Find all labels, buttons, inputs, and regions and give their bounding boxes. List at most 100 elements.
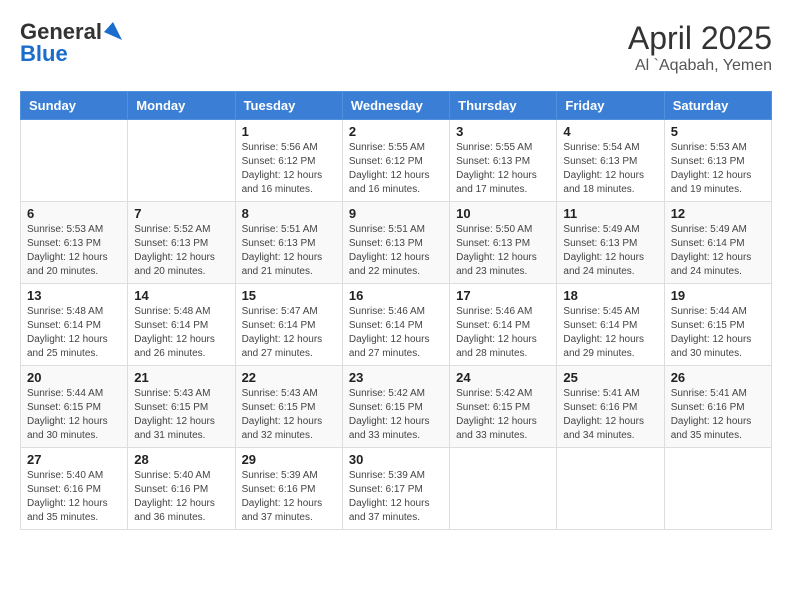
day-number: 24: [456, 370, 550, 385]
day-number: 18: [563, 288, 657, 303]
day-info: Sunrise: 5:51 AMSunset: 6:13 PMDaylight:…: [349, 223, 443, 279]
calendar-day-cell: 3 Sunrise: 5:55 AMSunset: 6:13 PMDaylight…: [450, 120, 557, 202]
day-info: Sunrise: 5:44 AMSunset: 6:15 PMDaylight:…: [27, 387, 121, 443]
calendar-day-cell: 15Sunrise: 5:47 AMSunset: 6:14 PMDayligh…: [235, 284, 342, 366]
day-info: Sunrise: 5:52 AMSunset: 6:13 PMDaylight:…: [134, 223, 228, 279]
calendar-week-row: 13 Sunrise: 5:48 AMSunset: 6:14 PMDayligh…: [21, 284, 772, 366]
calendar-day-cell: 20 Sunrise: 5:44 AMSunset: 6:15 PMDayligh…: [21, 366, 128, 448]
calendar-day-cell: [557, 448, 664, 530]
day-info: Sunrise: 5:47 AMSunset: 6:14 PMDaylight:…: [242, 305, 336, 361]
calendar-day-cell: 11Sunrise: 5:49 AMSunset: 6:13 PMDayligh…: [557, 202, 664, 284]
calendar-day-header: Tuesday: [235, 92, 342, 120]
calendar-day-header: Sunday: [21, 92, 128, 120]
calendar-day-cell: 9 Sunrise: 5:51 AMSunset: 6:13 PMDaylight…: [342, 202, 449, 284]
day-number: 9: [349, 206, 443, 221]
calendar-day-cell: 19 Sunrise: 5:44 AMSunset: 6:15 PMDayligh…: [664, 284, 771, 366]
calendar-week-row: 1Sunrise: 5:56 AMSunset: 6:12 PMDaylight…: [21, 120, 772, 202]
day-info: Sunrise: 5:55 AMSunset: 6:12 PMDaylight:…: [349, 141, 443, 197]
calendar-day-cell: [450, 448, 557, 530]
day-info: Sunrise: 5:48 AMSunset: 6:14 PMDaylight:…: [134, 305, 228, 361]
calendar-day-cell: 28 Sunrise: 5:40 AMSunset: 6:16 PMDayligh…: [128, 448, 235, 530]
calendar-day-cell: 18 Sunrise: 5:45 AMSunset: 6:14 PMDayligh…: [557, 284, 664, 366]
day-number: 7: [134, 206, 228, 221]
day-info: Sunrise: 5:39 AMSunset: 6:17 PMDaylight:…: [349, 469, 443, 525]
day-info: Sunrise: 5:53 AMSunset: 6:13 PMDaylight:…: [671, 141, 765, 197]
calendar-day-header: Saturday: [664, 92, 771, 120]
logo-bird-icon: [104, 22, 122, 40]
day-info: Sunrise: 5:48 AMSunset: 6:14 PMDaylight:…: [27, 305, 121, 361]
day-info: Sunrise: 5:51 AMSunset: 6:13 PMDaylight:…: [242, 223, 336, 279]
day-number: 22: [242, 370, 336, 385]
calendar-day-cell: [21, 120, 128, 202]
calendar-day-header: Thursday: [450, 92, 557, 120]
calendar-day-cell: [128, 120, 235, 202]
day-info: Sunrise: 5:50 AMSunset: 6:13 PMDaylight:…: [456, 223, 550, 279]
calendar-day-cell: 30 Sunrise: 5:39 AMSunset: 6:17 PMDayligh…: [342, 448, 449, 530]
calendar-day-header: Friday: [557, 92, 664, 120]
day-info: Sunrise: 5:43 AMSunset: 6:15 PMDaylight:…: [134, 387, 228, 443]
day-info: Sunrise: 5:45 AMSunset: 6:14 PMDaylight:…: [563, 305, 657, 361]
day-info: Sunrise: 5:44 AMSunset: 6:15 PMDaylight:…: [671, 305, 765, 361]
day-number: 14: [134, 288, 228, 303]
day-number: 2: [349, 124, 443, 139]
day-number: 17: [456, 288, 550, 303]
day-info: Sunrise: 5:56 AMSunset: 6:12 PMDaylight:…: [242, 141, 336, 197]
calendar-day-cell: 1Sunrise: 5:56 AMSunset: 6:12 PMDaylight…: [235, 120, 342, 202]
day-number: 21: [134, 370, 228, 385]
day-info: Sunrise: 5:40 AMSunset: 6:16 PMDaylight:…: [27, 469, 121, 525]
calendar-day-cell: 21 Sunrise: 5:43 AMSunset: 6:15 PMDayligh…: [128, 366, 235, 448]
title-block: April 2025 Al `Aqabah, Yemen: [628, 20, 772, 75]
calendar-day-header: Wednesday: [342, 92, 449, 120]
day-info: Sunrise: 5:40 AMSunset: 6:16 PMDaylight:…: [134, 469, 228, 525]
day-info: Sunrise: 5:39 AMSunset: 6:16 PMDaylight:…: [242, 469, 336, 525]
calendar-day-header: Monday: [128, 92, 235, 120]
calendar-week-row: 6 Sunrise: 5:53 AMSunset: 6:13 PMDaylight…: [21, 202, 772, 284]
day-info: Sunrise: 5:43 AMSunset: 6:15 PMDaylight:…: [242, 387, 336, 443]
calendar-day-cell: 22 Sunrise: 5:43 AMSunset: 6:15 PMDayligh…: [235, 366, 342, 448]
day-info: Sunrise: 5:49 AMSunset: 6:13 PMDaylight:…: [563, 223, 657, 279]
day-info: Sunrise: 5:41 AMSunset: 6:16 PMDaylight:…: [563, 387, 657, 443]
day-info: Sunrise: 5:49 AMSunset: 6:14 PMDaylight:…: [671, 223, 765, 279]
calendar-day-cell: 10 Sunrise: 5:50 AMSunset: 6:13 PMDayligh…: [450, 202, 557, 284]
calendar-day-cell: [664, 448, 771, 530]
day-number: 13: [27, 288, 121, 303]
calendar-day-cell: 7 Sunrise: 5:52 AMSunset: 6:13 PMDaylight…: [128, 202, 235, 284]
calendar-week-row: 20 Sunrise: 5:44 AMSunset: 6:15 PMDayligh…: [21, 366, 772, 448]
day-number: 23: [349, 370, 443, 385]
calendar-day-cell: 12 Sunrise: 5:49 AMSunset: 6:14 PMDayligh…: [664, 202, 771, 284]
day-number: 28: [134, 452, 228, 467]
day-number: 4: [563, 124, 657, 139]
calendar-day-cell: 13 Sunrise: 5:48 AMSunset: 6:14 PMDayligh…: [21, 284, 128, 366]
day-number: 3: [456, 124, 550, 139]
calendar-day-cell: 17Sunrise: 5:46 AMSunset: 6:14 PMDayligh…: [450, 284, 557, 366]
calendar-day-cell: 6 Sunrise: 5:53 AMSunset: 6:13 PMDaylight…: [21, 202, 128, 284]
calendar-day-cell: 24 Sunrise: 5:42 AMSunset: 6:15 PMDayligh…: [450, 366, 557, 448]
calendar-day-cell: 29Sunrise: 5:39 AMSunset: 6:16 PMDayligh…: [235, 448, 342, 530]
day-number: 19: [671, 288, 765, 303]
day-info: Sunrise: 5:53 AMSunset: 6:13 PMDaylight:…: [27, 223, 121, 279]
day-number: 30: [349, 452, 443, 467]
calendar-day-cell: 14 Sunrise: 5:48 AMSunset: 6:14 PMDayligh…: [128, 284, 235, 366]
page-title: April 2025: [628, 20, 772, 57]
day-number: 12: [671, 206, 765, 221]
day-info: Sunrise: 5:54 AMSunset: 6:13 PMDaylight:…: [563, 141, 657, 197]
calendar-table: SundayMondayTuesdayWednesdayThursdayFrid…: [20, 91, 772, 530]
calendar-day-cell: 4 Sunrise: 5:54 AMSunset: 6:13 PMDaylight…: [557, 120, 664, 202]
page-subtitle: Al `Aqabah, Yemen: [628, 57, 772, 75]
day-info: Sunrise: 5:46 AMSunset: 6:14 PMDaylight:…: [349, 305, 443, 361]
calendar-day-cell: 5Sunrise: 5:53 AMSunset: 6:13 PMDaylight…: [664, 120, 771, 202]
day-number: 20: [27, 370, 121, 385]
day-info: Sunrise: 5:42 AMSunset: 6:15 PMDaylight:…: [349, 387, 443, 443]
day-info: Sunrise: 5:55 AMSunset: 6:13 PMDaylight:…: [456, 141, 550, 197]
day-number: 25: [563, 370, 657, 385]
page-header: General Blue April 2025 Al `Aqabah, Yeme…: [20, 20, 772, 75]
calendar-day-cell: 27Sunrise: 5:40 AMSunset: 6:16 PMDayligh…: [21, 448, 128, 530]
day-number: 8: [242, 206, 336, 221]
day-number: 16: [349, 288, 443, 303]
day-number: 10: [456, 206, 550, 221]
calendar-day-cell: 25 Sunrise: 5:41 AMSunset: 6:16 PMDayligh…: [557, 366, 664, 448]
calendar-day-cell: 26Sunrise: 5:41 AMSunset: 6:16 PMDayligh…: [664, 366, 771, 448]
day-info: Sunrise: 5:42 AMSunset: 6:15 PMDaylight:…: [456, 387, 550, 443]
calendar-week-row: 27Sunrise: 5:40 AMSunset: 6:16 PMDayligh…: [21, 448, 772, 530]
day-number: 6: [27, 206, 121, 221]
